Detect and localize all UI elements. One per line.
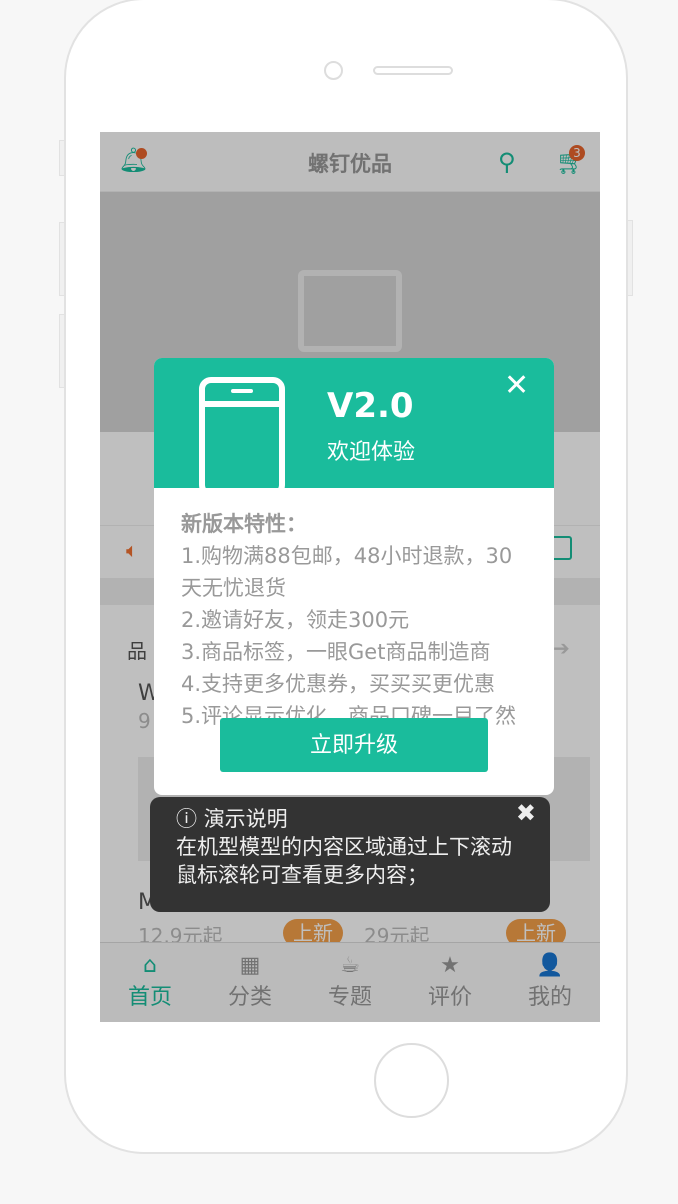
modal-header: V2.0 欢迎体验 ✕: [154, 358, 554, 497]
power-button: [627, 220, 633, 296]
feature-item: 1.购物满88包邮，48小时退款，30天无忧退货: [181, 544, 513, 600]
features-title: 新版本特性：: [181, 512, 307, 536]
volume-up-button: [59, 222, 65, 296]
welcome-text: 欢迎体验: [327, 440, 416, 465]
demo-tooltip: ✖ ⓘ 演示说明 在机型模型的内容区域通过上下滚动鼠标滚轮可查看更多内容；: [150, 797, 550, 912]
camera: [324, 61, 343, 80]
close-icon[interactable]: ✖: [516, 799, 536, 827]
volume-down-button: [59, 314, 65, 388]
home-button[interactable]: [374, 1043, 449, 1118]
tooltip-title: 演示说明: [203, 807, 288, 831]
close-icon[interactable]: ✕: [504, 368, 529, 403]
phone-icon: [199, 377, 285, 497]
tooltip-text: 在机型模型的内容区域通过上下滚动鼠标滚轮可查看更多内容；: [176, 835, 512, 887]
feature-item: 2.邀请好友，领走300元: [181, 608, 410, 632]
speaker-grille: [373, 66, 453, 75]
upgrade-button[interactable]: 立即升级: [220, 718, 488, 772]
side-button: [59, 140, 65, 176]
question-icon: ⓘ: [176, 807, 197, 831]
features-list: 新版本特性： 1.购物满88包邮，48小时退款，30天无忧退货 2.邀请好友，领…: [181, 508, 531, 732]
feature-item: 3.商品标签，一眼Get商品制造商: [181, 640, 491, 664]
version-label: V2.0: [327, 386, 414, 426]
feature-item: 4.支持更多优惠券，买买买更优惠: [181, 672, 496, 696]
